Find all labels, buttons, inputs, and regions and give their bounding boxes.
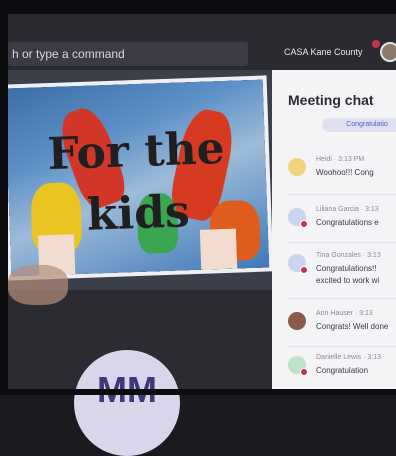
wrist-shape xyxy=(199,228,238,270)
chat-message[interactable]: Heidi · 3:13 PM Woohoo!!! Cong xyxy=(272,150,396,196)
notification-badge-icon xyxy=(372,40,380,48)
participant-avatar[interactable]: MM xyxy=(74,350,180,456)
message-text: Woohoo!!! Cong xyxy=(316,168,374,177)
message-author: Tina Gonzales · 3:13 xyxy=(316,252,381,259)
divider xyxy=(288,298,396,299)
message-text: Congratulations e xyxy=(316,218,379,227)
chat-message[interactable]: Tina Gonzales · 3:13 Congratulations!! e… xyxy=(272,246,396,302)
monitor-bezel-bottom xyxy=(0,389,396,395)
user-avatar-icon xyxy=(288,158,306,176)
message-text-continued: excited to work wi xyxy=(316,276,380,285)
presenter-hand xyxy=(8,265,68,305)
chat-message[interactable]: Ann Hauser · 3:13 Congrats! Well done xyxy=(272,304,396,350)
divider xyxy=(288,242,396,243)
shared-poster: For the kids xyxy=(4,79,270,277)
message-author: Heidi · 3:13 PM xyxy=(316,156,365,163)
presence-status-icon xyxy=(300,368,308,376)
message-author: Ann Hauser · 3:13 xyxy=(316,310,373,317)
search-input[interactable]: h or type a command xyxy=(8,42,248,66)
message-text: Congrats! Well done xyxy=(316,322,389,331)
chat-message[interactable]: Danielle Lewis · 3:13 Congratulation xyxy=(272,348,396,394)
monitor-bezel-left xyxy=(0,0,8,395)
user-avatar-icon xyxy=(288,312,306,330)
chat-reaction-pill[interactable]: Congratulatio xyxy=(322,118,396,132)
divider xyxy=(288,194,396,195)
monitor-bezel-top xyxy=(0,0,396,14)
chat-title: Meeting chat xyxy=(288,92,374,108)
meeting-chat-panel: Meeting chat Congratulatio Heidi · 3:13 … xyxy=(272,70,396,395)
message-author: Liliana Garcia · 3:13 xyxy=(316,206,379,213)
profile-avatar-icon[interactable] xyxy=(380,42,396,62)
presence-status-icon xyxy=(300,266,308,274)
message-text: Congratulation xyxy=(316,366,369,375)
message-text: Congratulations!! xyxy=(316,264,377,273)
presence-status-icon xyxy=(300,220,308,228)
poster-title-line2: kids xyxy=(86,186,191,241)
poster-title-line1: For the xyxy=(46,122,226,181)
chat-message[interactable]: Liliana Garcia · 3:13 Congratulations e xyxy=(272,200,396,246)
divider xyxy=(288,346,396,347)
message-author: Danielle Lewis · 3:13 xyxy=(316,354,381,361)
org-name[interactable]: CASA Kane County xyxy=(284,47,363,57)
top-bar: h or type a command CASA Kane County xyxy=(8,14,396,70)
